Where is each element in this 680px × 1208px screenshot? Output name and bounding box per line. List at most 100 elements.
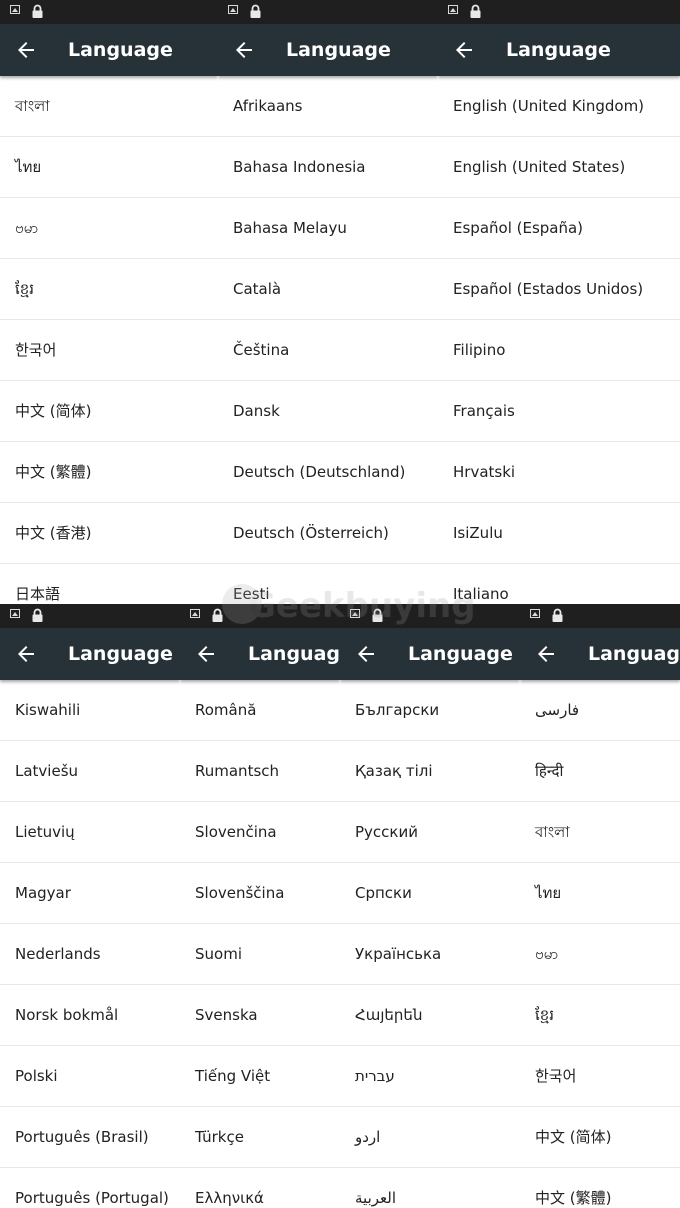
language-list-item[interactable]: বাংলা (0, 76, 218, 137)
language-list-item[interactable]: Bahasa Indonesia (218, 137, 438, 198)
language-list-item[interactable]: বাংলা (520, 802, 680, 863)
language-list-item[interactable]: Slovenščina (180, 863, 340, 924)
back-arrow-icon[interactable] (14, 38, 38, 62)
app-toolbar: Language (340, 628, 520, 680)
language-list-item[interactable]: Български (340, 680, 520, 741)
language-list-item[interactable]: Català (218, 259, 438, 320)
language-list-item[interactable]: ဗမာ (0, 198, 218, 259)
back-arrow-icon[interactable] (194, 642, 218, 666)
language-list-item[interactable]: Rumantsch (180, 741, 340, 802)
lock-icon (250, 4, 261, 18)
image-notification-icon (10, 609, 20, 618)
language-list-item[interactable]: Italiano (438, 564, 680, 604)
language-list-item[interactable]: Português (Portugal) (0, 1168, 180, 1208)
language-list-item[interactable]: ไทย (520, 863, 680, 924)
language-list-item[interactable]: 中文 (简体) (520, 1107, 680, 1168)
status-bar (438, 0, 680, 24)
page-title: Language (68, 643, 173, 665)
language-list-item[interactable]: Ελληνικά (180, 1168, 340, 1208)
page-title: Language (506, 39, 611, 61)
language-list-item[interactable]: ไทย (0, 137, 218, 198)
language-list-item[interactable]: Français (438, 381, 680, 442)
language-list-item[interactable]: العربية (340, 1168, 520, 1208)
language-list-item[interactable]: Deutsch (Österreich) (218, 503, 438, 564)
lock-icon (32, 4, 43, 18)
language-list-item[interactable]: ဗမာ (520, 924, 680, 985)
language-list-item[interactable]: Қазақ тілі (340, 741, 520, 802)
language-list-item[interactable]: 한국어 (0, 320, 218, 381)
language-list: Kiswahili Latviešu Lietuvių Magyar Nederland… (0, 680, 180, 1208)
language-list-item[interactable]: Hrvatski (438, 442, 680, 503)
language-list-item[interactable]: Türkçe (180, 1107, 340, 1168)
language-list-item[interactable]: Dansk (218, 381, 438, 442)
language-list-item[interactable]: Suomi (180, 924, 340, 985)
back-arrow-icon[interactable] (452, 38, 476, 62)
image-notification-icon (10, 5, 20, 14)
language-list: English (United Kingdom) English (United … (438, 76, 680, 604)
language-list-item[interactable]: Afrikaans (218, 76, 438, 137)
image-notification-icon (228, 5, 238, 14)
language-list-item[interactable]: हिन्दी (520, 741, 680, 802)
language-list: Română Rumantsch Slovenčina Slovenščina Suom… (180, 680, 340, 1208)
language-list-item[interactable]: 日本語 (0, 564, 218, 604)
language-list-item[interactable]: Magyar (0, 863, 180, 924)
language-list-item[interactable]: 中文 (繁體) (0, 442, 218, 503)
language-list-item[interactable]: Bahasa Melayu (218, 198, 438, 259)
language-list-item[interactable]: Svenska (180, 985, 340, 1046)
language-list-item[interactable]: Eesti (218, 564, 438, 604)
page-title: Language (68, 39, 173, 61)
language-list-item[interactable]: Norsk bokmål (0, 985, 180, 1046)
language-list-item[interactable]: Polski (0, 1046, 180, 1107)
page-title: Language (248, 643, 340, 665)
language-list-item[interactable]: Nederlands (0, 924, 180, 985)
back-arrow-icon[interactable] (14, 642, 38, 666)
lock-icon (470, 4, 481, 18)
status-bar (218, 0, 438, 24)
status-bar (180, 604, 340, 628)
language-list-item[interactable]: Українська (340, 924, 520, 985)
language-list-item[interactable]: Latviešu (0, 741, 180, 802)
language-list-item[interactable]: اردو (340, 1107, 520, 1168)
language-list-item[interactable]: Српски (340, 863, 520, 924)
language-list-item[interactable]: Español (España) (438, 198, 680, 259)
page-title: Language (408, 643, 513, 665)
language-list-item[interactable]: 한국어 (520, 1046, 680, 1107)
app-toolbar: Language (180, 628, 340, 680)
language-list-item[interactable]: Português (Brasil) (0, 1107, 180, 1168)
language-panel: Language English (United Kingdom) English… (438, 0, 680, 604)
language-list-item[interactable]: Tiếng Việt (180, 1046, 340, 1107)
image-notification-icon (190, 609, 200, 618)
app-toolbar: Language (520, 628, 680, 680)
language-panel: Language فارسیहिन्दीবাংলাไทยဗမာខ្មែរ한국어中… (520, 604, 680, 1208)
language-list-item[interactable]: עברית (340, 1046, 520, 1107)
language-list-item[interactable]: English (United States) (438, 137, 680, 198)
language-list-item[interactable]: 中文 (简体) (0, 381, 218, 442)
language-list-item[interactable]: 中文 (繁體) (520, 1168, 680, 1208)
back-arrow-icon[interactable] (534, 642, 558, 666)
language-panel: Language Afrikaans Bahasa Indonesia Bahasa… (218, 0, 438, 604)
app-toolbar: Language (0, 628, 180, 680)
language-list-item[interactable]: Kiswahili (0, 680, 180, 741)
status-bar (0, 0, 218, 24)
language-list-item[interactable]: Lietuvių (0, 802, 180, 863)
language-list-item[interactable]: IsiZulu (438, 503, 680, 564)
language-list-item[interactable]: Filipino (438, 320, 680, 381)
back-arrow-icon[interactable] (232, 38, 256, 62)
language-list-item[interactable]: English (United Kingdom) (438, 76, 680, 137)
language-panel: Language Български Қазақ тілі Русский Српск… (340, 604, 520, 1208)
lock-icon (552, 608, 563, 622)
language-list-item[interactable]: Русский (340, 802, 520, 863)
language-list-item[interactable]: Română (180, 680, 340, 741)
language-list-item[interactable]: Slovenčina (180, 802, 340, 863)
language-list-item[interactable]: Deutsch (Deutschland) (218, 442, 438, 503)
language-list-item[interactable]: فارسی (520, 680, 680, 741)
language-list-item[interactable]: ខ្មែរ (0, 259, 218, 320)
back-arrow-icon[interactable] (354, 642, 378, 666)
language-panel: Language RomânăRumantschSlovenčinaSloven… (180, 604, 340, 1208)
language-list-item[interactable]: ខ្មែរ (520, 985, 680, 1046)
lock-icon (372, 608, 383, 622)
language-list-item[interactable]: Հայերեն (340, 985, 520, 1046)
language-list-item[interactable]: 中文 (香港) (0, 503, 218, 564)
language-list-item[interactable]: Español (Estados Unidos) (438, 259, 680, 320)
language-list-item[interactable]: Čeština (218, 320, 438, 381)
